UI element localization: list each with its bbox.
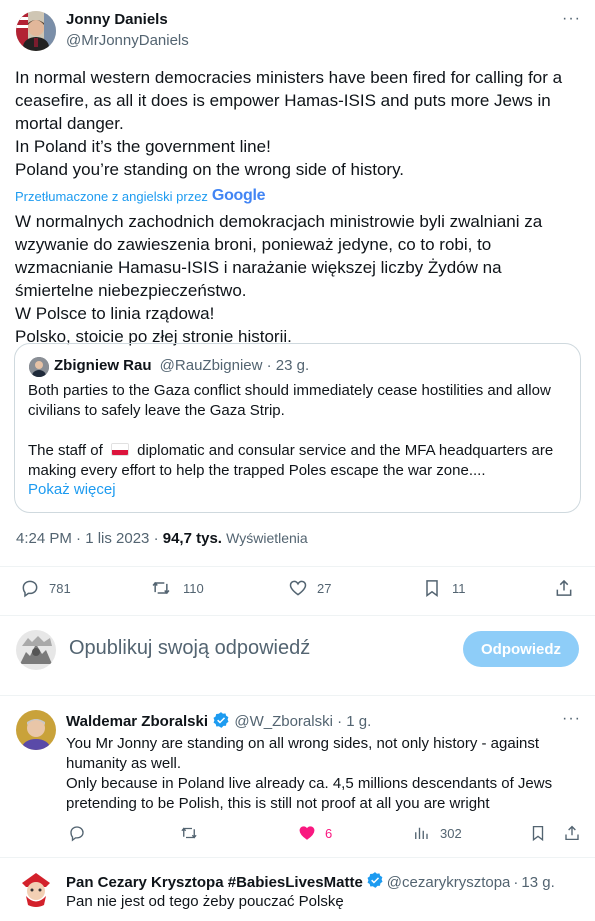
reply-time[interactable]: 1 g. (346, 713, 371, 730)
translated-text-line: W Polsce to linia rządowa! (15, 304, 215, 323)
reply-compose-input[interactable]: Opublikuj swoją odpowiedź (69, 637, 310, 660)
author-avatar-image (16, 11, 56, 51)
tweet-timestamp[interactable]: 4:24 PM · 1 lis 2023 · (16, 530, 159, 547)
quote-text: Both parties to the Gaza conflict should… (28, 381, 568, 481)
quote-author-avatar (29, 357, 49, 377)
reply-author-handle[interactable]: @cezarykrysztopa (387, 874, 511, 891)
quote-author-avatar-image (29, 357, 49, 377)
author-avatar[interactable] (16, 11, 56, 51)
quote-header: Zbigniew Rau @RauZbigniew · 23 g. (54, 357, 309, 374)
reply-author-name[interactable]: Pan Cezary Krysztopa #BabiesLivesMatte (66, 874, 363, 891)
bookmark-action[interactable]: 11 (422, 578, 466, 598)
my-avatar[interactable] (16, 630, 56, 670)
views-count: 94,7 tys. (162, 530, 222, 547)
heart-icon (289, 580, 307, 596)
reply-separator: · (337, 713, 343, 730)
like-action[interactable]: 27 (288, 578, 331, 598)
retweet-icon (181, 827, 197, 839)
tweet-meta: 4:24 PM · 1 lis 2023 · 94,7 tys. Wyświet… (16, 530, 308, 547)
reply-icon (70, 826, 84, 842)
reply-author-avatar[interactable] (16, 869, 56, 909)
like-action[interactable]: 6 (298, 824, 332, 842)
google-logo: Google (211, 187, 266, 204)
verified-badge-icon (366, 871, 384, 893)
author-handle[interactable]: @MrJonnyDaniels (66, 32, 189, 49)
reply-icon (22, 580, 38, 598)
show-more-link[interactable]: Pokaż więcej (28, 481, 116, 498)
bookmark-count: 11 (452, 580, 466, 596)
reply-author-handle[interactable]: @W_Zboralski (234, 713, 333, 730)
reply-text: Pan nie jest od tego żeby pouczać Polskę (66, 893, 344, 910)
my-avatar-image (16, 630, 56, 670)
tweet-text: In normal western democracies ministers … (15, 66, 585, 181)
share-action[interactable] (563, 824, 581, 842)
reply-text: You Mr Jonny are standing on all wrong s… (66, 735, 553, 812)
retweet-action[interactable] (180, 824, 198, 842)
translated-text-line: W normalnych zachodnich demokracjach min… (15, 212, 543, 300)
quote-author-name: Zbigniew Rau (54, 357, 152, 374)
quote-text-line: The staff of diplomatic and consular ser… (28, 441, 568, 481)
reply-header: Pan Cezary Krysztopa #BabiesLivesMatte @… (66, 871, 586, 893)
share-icon (556, 579, 572, 596)
divider (0, 695, 595, 696)
heart-filled-icon (299, 826, 315, 840)
retweet-action[interactable]: 110 (151, 578, 204, 598)
reply-action[interactable] (68, 824, 86, 842)
tweet-text-line: In normal western democracies ministers … (15, 68, 563, 133)
divider (0, 566, 595, 567)
reply-author-name[interactable]: Waldemar Zboralski (66, 713, 208, 730)
reply-button[interactable]: Odpowiedz (463, 631, 579, 667)
reply-view-count: 302 (440, 825, 462, 841)
quote-text-line: Both parties to the Gaza conflict should… (28, 382, 551, 419)
translated-by-label[interactable]: Przetłumaczone z angielski przez (15, 189, 208, 204)
like-count: 27 (317, 580, 332, 596)
reply-time[interactable]: 13 g. (521, 874, 554, 891)
quoted-tweet-card[interactable]: Zbigniew Rau @RauZbigniew · 23 g. Both p… (14, 343, 581, 513)
reply-author-avatar-image (16, 869, 56, 909)
reply-action[interactable]: 781 (20, 578, 71, 598)
translated-text: W normalnych zachodnich demokracjach min… (15, 210, 580, 348)
reply-like-count: 6 (325, 825, 333, 841)
quote-separator: · (266, 357, 272, 374)
tweet-text-line: In Poland it’s the government line! (15, 137, 271, 156)
share-action[interactable] (554, 578, 574, 598)
quote-author-handle: @RauZbigniew (159, 357, 263, 374)
reply-author-avatar-image (16, 710, 56, 750)
quote-text-post: diplomatic and consular service and the … (28, 442, 554, 479)
verified-badge-icon (212, 711, 230, 733)
share-icon (565, 825, 579, 841)
more-options-icon[interactable]: ··· (562, 10, 581, 28)
quote-time: 23 g. (275, 357, 310, 374)
views-action[interactable]: 302 (412, 824, 462, 842)
retweet-count: 110 (183, 580, 204, 596)
quote-text-pre: The staff of (28, 442, 103, 459)
author-name[interactable]: Jonny Daniels (66, 11, 168, 28)
retweet-icon (152, 581, 170, 595)
views-label[interactable]: Wyświetlenia (226, 530, 308, 546)
divider (0, 857, 595, 858)
reply-count: 781 (49, 580, 71, 596)
analytics-icon (415, 827, 428, 839)
translation-attribution[interactable]: Przetłumaczone z angielski przez Google (15, 187, 266, 205)
reply-author-avatar[interactable] (16, 710, 56, 750)
tweet-text-line: Poland you’re standing on the wrong side… (15, 160, 405, 179)
bookmark-icon (426, 580, 438, 597)
poland-flag-icon (110, 443, 129, 456)
reply-header: Waldemar Zboralski @W_Zboralski · 1 g. (66, 711, 371, 733)
reply-separator: · (513, 873, 519, 891)
bookmark-icon (532, 825, 544, 842)
bookmark-action[interactable] (529, 824, 547, 842)
divider (0, 615, 595, 616)
more-options-icon[interactable]: ··· (562, 710, 581, 728)
